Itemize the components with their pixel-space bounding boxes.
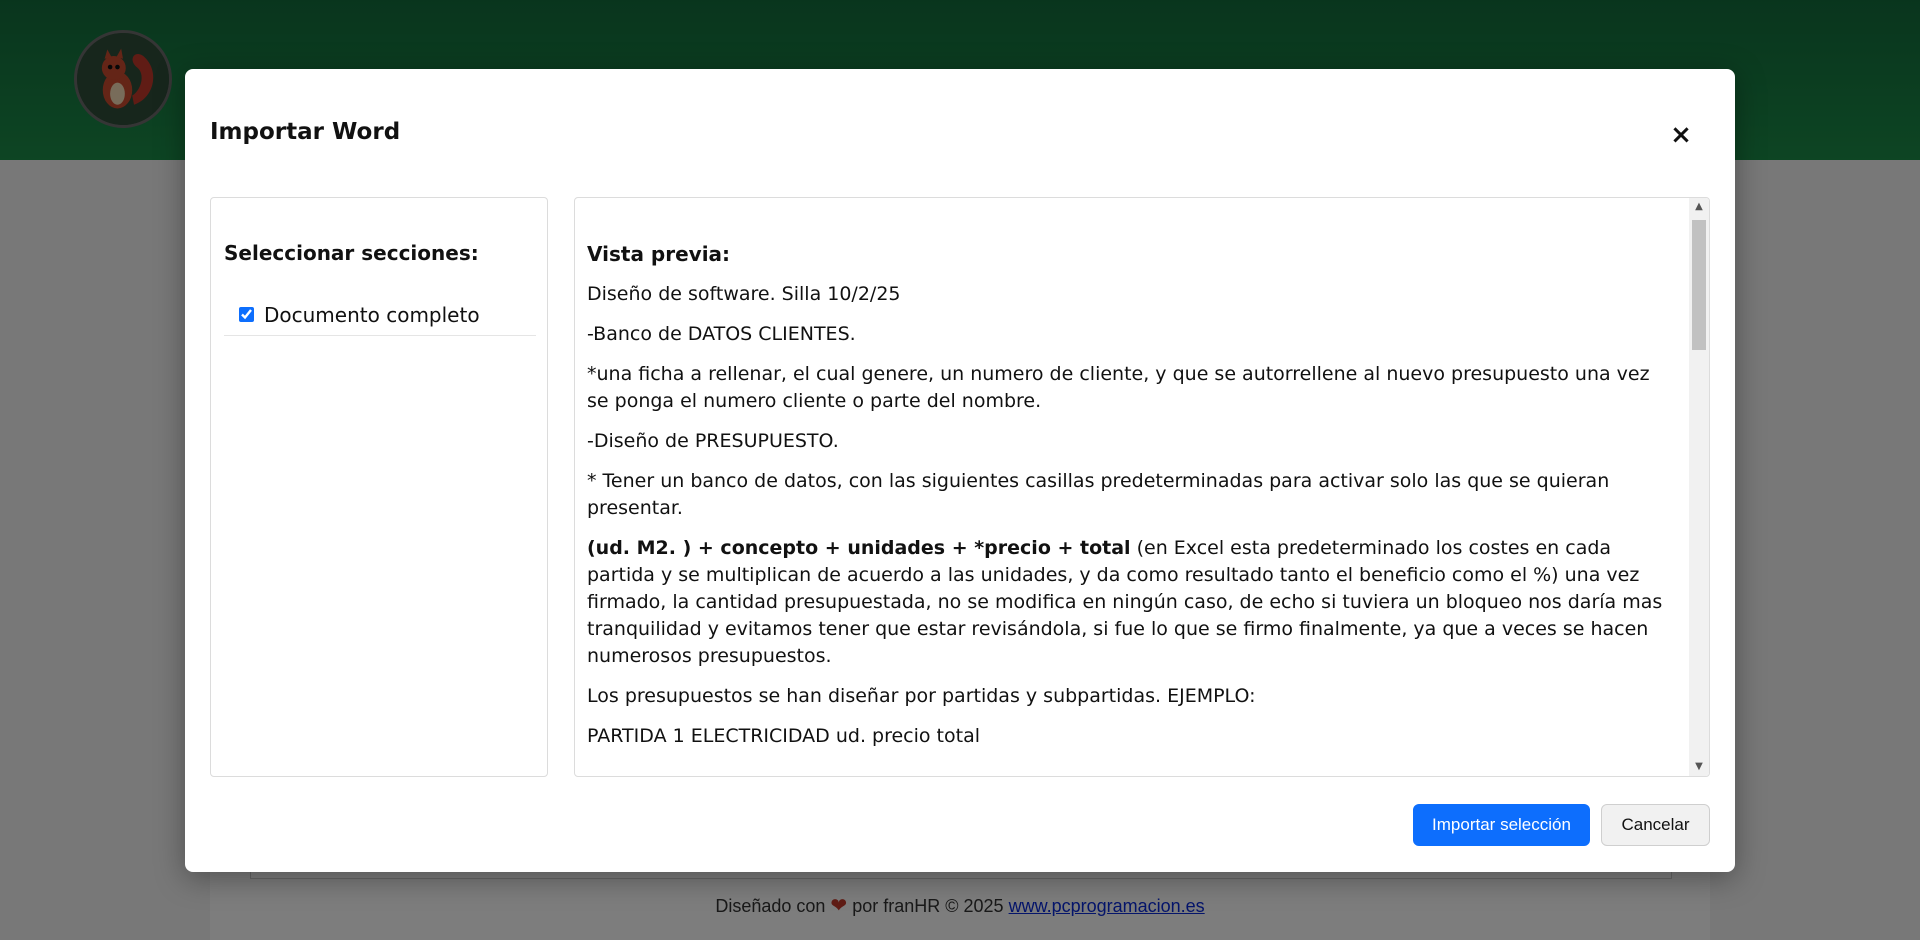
preview-title: Vista previa: [587,242,731,266]
preview-paragraph: *una ficha a rellenar, el cual genere, u… [587,363,1650,412]
section-item-documento-completo[interactable]: Documento completo [224,294,536,336]
section-label: Documento completo [264,302,480,327]
preview-paragraph: * Tener un banco de datos, con las sigui… [587,470,1610,519]
preview-content: Vista previa: Diseño de software. Silla … [575,198,1689,776]
preview-paragraph: Diseño de software. Silla 10/2/25 [587,283,901,305]
preview-bold-text: (ud. M2. ) + concepto + unidades + *prec… [587,537,1131,559]
sections-title: Seleccionar secciones: [224,241,479,265]
scroll-down-arrow-icon[interactable]: ▼ [1689,758,1709,776]
preview-panel[interactable]: Vista previa: Diseño de software. Silla … [574,197,1710,777]
import-selection-button[interactable]: Importar selección [1413,804,1590,846]
preview-scrollbar[interactable]: ▲ ▼ [1689,198,1709,776]
import-word-modal: Importar Word × Seleccionar secciones: D… [185,69,1735,872]
cancel-button[interactable]: Cancelar [1601,804,1710,846]
section-checkbox[interactable] [239,307,254,322]
preview-paragraph: -Diseño de PRESUPUESTO. [587,430,839,452]
sections-panel: Seleccionar secciones: Documento complet… [210,197,548,777]
modal-title: Importar Word [210,119,401,145]
preview-paragraph: Los presupuestos se han diseñar por part… [587,685,1256,707]
scroll-up-arrow-icon[interactable]: ▲ [1689,198,1709,216]
preview-paragraph: PARTIDA 1 ELECTRICIDAD ud. precio total [587,725,980,747]
scroll-thumb[interactable] [1692,220,1706,350]
close-icon[interactable]: × [1665,119,1697,151]
preview-paragraph: -Banco de DATOS CLIENTES. [587,323,856,345]
preview-paragraph: (ud. M2. ) + concepto + unidades + *prec… [587,535,1677,670]
